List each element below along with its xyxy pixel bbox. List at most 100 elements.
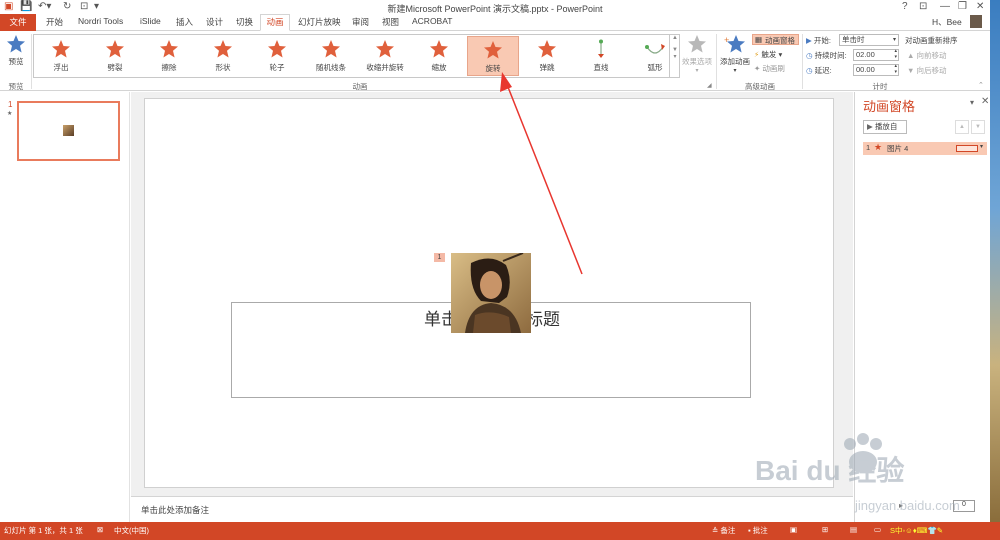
animation-effect-11[interactable]: 直线: [575, 36, 627, 76]
animation-effect-label: 直线: [593, 63, 609, 72]
animation-effect-label: 浮出: [53, 63, 69, 72]
star-bounce-icon: [538, 40, 556, 58]
tab-home[interactable]: 开始: [46, 16, 63, 28]
group-label-preview: 预览: [8, 82, 24, 91]
restore-icon[interactable]: ❐: [958, 1, 967, 12]
tab-slideshow[interactable]: 幻灯片放映: [298, 16, 341, 28]
animation-painter-button[interactable]: ✦ 动画刷: [754, 63, 785, 74]
play-from-icon: ▶: [867, 122, 873, 131]
duration-input[interactable]: 02.00 ▴ ▾: [853, 48, 899, 61]
up-arrow-icon: ▲: [907, 51, 915, 60]
move-earlier-button[interactable]: ▲ 向前移动: [907, 50, 947, 61]
clock-icon: ◷: [806, 51, 813, 60]
svg-text:Bai du 经验: Bai du 经验: [755, 454, 904, 486]
warrior-portrait-image: [451, 253, 531, 333]
animation-effect-6[interactable]: 随机线条: [305, 36, 357, 76]
reorder-label: 对动画重新排序: [905, 36, 958, 45]
effect-options-button[interactable]: 效果选项 ▾: [680, 34, 714, 78]
timeline-bar: [956, 145, 978, 152]
animation-effect-3[interactable]: 擦除: [143, 36, 195, 76]
move-later-button[interactable]: ▼ 向后移动: [907, 65, 947, 76]
start-select[interactable]: 单击时 ▾: [839, 34, 899, 46]
spellcheck-icon[interactable]: ⊠: [97, 525, 103, 534]
tab-insert[interactable]: 插入: [176, 16, 193, 28]
user-avatar[interactable]: [970, 15, 982, 28]
tab-islide[interactable]: iSlide: [140, 16, 161, 26]
animation-marker-icon: ★: [7, 111, 13, 117]
star-shrink-turn-icon: [376, 40, 394, 58]
duration-label: ◷ 持续时间:: [806, 51, 847, 60]
animation-effect-label: 缩放: [431, 63, 447, 72]
animation-effect-4[interactable]: 形状: [197, 36, 249, 76]
normal-view-icon[interactable]: ▣: [790, 525, 797, 534]
spin-effect-star-icon: ★: [874, 142, 883, 152]
group-label-animation: 动画: [352, 82, 368, 91]
tab-transitions[interactable]: 切换: [236, 16, 253, 28]
pane-close-icon[interactable]: ✕: [981, 96, 989, 107]
slide: 单击此处添加标题 1: [144, 98, 834, 488]
preview-button[interactable]: 预览: [3, 34, 29, 78]
lightning-icon: ⚡: [754, 50, 760, 59]
slide-count: 幻灯片 第 1 张，共 1 张: [4, 526, 83, 535]
tab-animations[interactable]: 动画: [260, 14, 290, 31]
desktop-background: [990, 0, 1000, 522]
slideshow-view-icon[interactable]: ▭: [874, 525, 881, 534]
slide-thumbnail[interactable]: [17, 101, 120, 161]
move-down-icon[interactable]: ▼: [971, 120, 985, 134]
group-label-timing: 计时: [872, 82, 888, 91]
minimize-icon[interactable]: —: [940, 1, 950, 12]
ime-toolbar[interactable]: S中◦☺♦⌨👕✎: [890, 525, 943, 536]
slide-picture[interactable]: [451, 253, 531, 333]
tab-acrobat[interactable]: ACROBAT: [412, 16, 452, 26]
slide-number: 1: [8, 100, 13, 109]
animation-effect-9[interactable]: 旋转: [467, 36, 519, 76]
animation-effect-1[interactable]: 浮出: [35, 36, 87, 76]
gallery-scroll[interactable]: ▲ ▼ ▾: [669, 35, 680, 77]
animation-effect-5[interactable]: 轮子: [251, 36, 303, 76]
animation-effect-label: 弹跳: [539, 63, 555, 72]
close-icon[interactable]: ✕: [976, 1, 984, 12]
item-dropdown-icon[interactable]: ▾: [980, 143, 983, 150]
ribbon-display-icon[interactable]: ⊡: [919, 1, 927, 12]
animation-effect-8[interactable]: 缩放: [413, 36, 465, 76]
tab-view[interactable]: 视图: [382, 16, 399, 28]
add-animation-button[interactable]: + 添加动画 ▾: [718, 34, 752, 78]
slide-sorter-icon[interactable]: ⊞: [822, 525, 828, 534]
ribbon-animations: 预览 预览 浮出 劈裂 擦除 形状 轮子 随机线条 收缩并旋转 缩放 旋转 弹跳 直线 弧形 ▲ ▼ ▾ …: [0, 31, 990, 91]
delay-input[interactable]: 00.00 ▴ ▾: [853, 63, 899, 76]
animation-effect-7[interactable]: 收缩并旋转: [359, 36, 411, 76]
animation-pane-button[interactable]: ▦ 动画窗格: [752, 34, 799, 45]
tab-nordri-tools[interactable]: Nordri Tools: [78, 16, 123, 26]
move-up-icon[interactable]: ▲: [955, 120, 969, 134]
tab-design[interactable]: 设计: [206, 16, 223, 28]
baidu-watermark: Bai du 经验 jingyan.baidu.com: [735, 430, 985, 520]
tab-file[interactable]: 文件: [0, 14, 36, 31]
delay-label: ◷ 延迟:: [806, 66, 832, 75]
animation-effect-label: 擦除: [161, 63, 177, 72]
animation-list-item[interactable]: 1 ★ 图片 4 ▾: [863, 142, 987, 155]
pane-options-icon[interactable]: ▾: [970, 98, 974, 107]
trigger-button[interactable]: ⚡ 触发 ▾: [754, 49, 782, 60]
collapse-ribbon-icon[interactable]: ⌃: [978, 81, 984, 89]
star-split-icon: [106, 40, 124, 58]
dialog-launcher-icon[interactable]: ◢: [707, 82, 712, 89]
svg-text:+: +: [724, 35, 729, 45]
star-spin-icon: [484, 41, 502, 59]
reading-view-icon[interactable]: ▤: [850, 525, 857, 534]
play-from-button[interactable]: ▶ 播放自: [863, 120, 907, 134]
notes-toggle[interactable]: ≙ 备注: [712, 525, 735, 536]
animation-effect-10[interactable]: 弹跳: [521, 36, 573, 76]
thumbnail-picture: [63, 125, 74, 136]
tab-review[interactable]: 审阅: [352, 16, 369, 28]
animation-effect-label: 轮子: [269, 63, 285, 72]
add-animation-icon: +: [724, 35, 745, 53]
language-status[interactable]: 中文(中国): [114, 525, 149, 536]
help-icon[interactable]: ?: [902, 1, 908, 12]
animation-pane-title: 动画窗格: [863, 99, 916, 114]
comments-toggle[interactable]: ▪ 批注: [748, 525, 768, 536]
animation-effect-label: 随机线条: [316, 63, 346, 72]
user-name[interactable]: H、Bee: [932, 16, 962, 28]
animation-effect-label: 收缩并旋转: [366, 63, 404, 72]
animation-effect-2[interactable]: 劈裂: [89, 36, 141, 76]
animation-order-tag: 1: [434, 253, 445, 262]
